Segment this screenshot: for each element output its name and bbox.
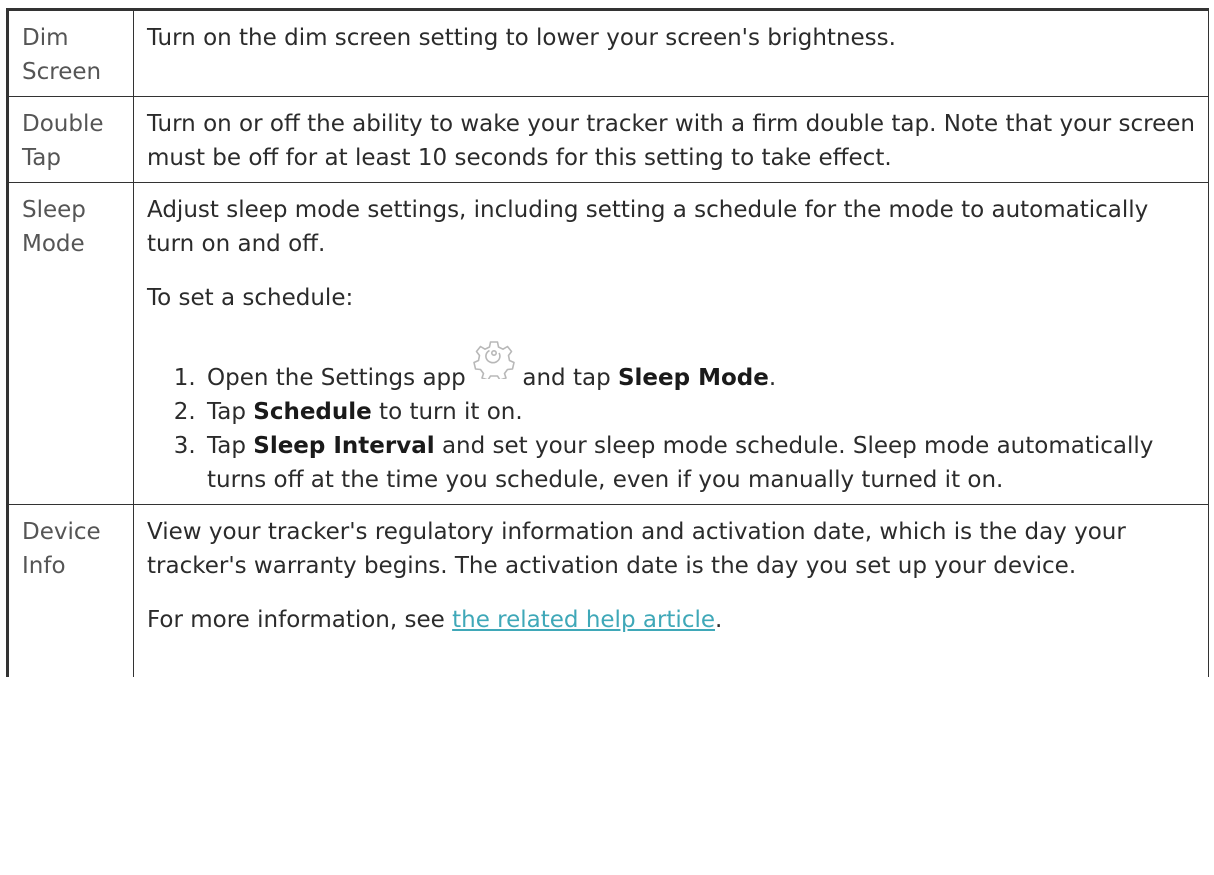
row-description: Turn on the dim screen setting to lower … (133, 8, 1209, 97)
more-info-text: For more information, see the related he… (147, 603, 1198, 637)
row-description: View your tracker's regulatory informati… (133, 504, 1209, 677)
gear-icon (473, 339, 515, 381)
row-description: Turn on or off the ability to wake your … (133, 96, 1209, 183)
table-row-double-tap: Double Tap Turn on or off the ability to… (6, 96, 1209, 183)
schedule-intro: To set a schedule: (147, 285, 354, 311)
help-article-link[interactable]: the related help article (452, 607, 715, 633)
step-bold-sleep-interval: Sleep Interval (253, 433, 435, 459)
row-description: Adjust sleep mode settings, including se… (133, 182, 1209, 505)
description-text: Turn on or off the ability to wake your … (147, 111, 1195, 171)
more-info-prefix: For more information, see (147, 607, 453, 633)
row-label: Device Info (6, 504, 134, 677)
table-row-sleep-mode: Sleep Mode Adjust sleep mode settings, i… (6, 182, 1209, 505)
step-text: . (768, 365, 777, 391)
list-item: Tap Schedule to turn it on. (203, 395, 1198, 429)
step-text: to turn it on. (371, 399, 523, 425)
description-text: Adjust sleep mode settings, including se… (147, 197, 1149, 257)
table-row-device-info: Device Info View your tracker's regulato… (6, 504, 1209, 677)
row-label: Double Tap (6, 96, 134, 183)
help-page: Dim Screen Turn on the dim screen settin… (0, 0, 1214, 875)
list-item: Tap Sleep Interval and set your sleep mo… (203, 429, 1198, 497)
settings-table: Dim Screen Turn on the dim screen settin… (6, 8, 1209, 677)
description-text: View your tracker's regulatory informati… (147, 519, 1126, 579)
step-text: Tap (207, 399, 254, 425)
step-text: Tap (207, 433, 254, 459)
more-info-suffix: . (715, 607, 723, 633)
description-text: Turn on the dim screen setting to lower … (147, 25, 896, 51)
step-bold-schedule: Schedule (253, 399, 372, 425)
step-bold-sleep-mode: Sleep Mode (617, 365, 769, 391)
schedule-steps: Open the Settings app and tap Sleep Mode… (147, 341, 1198, 497)
step-text: and tap (515, 365, 618, 391)
row-label: Dim Screen (6, 8, 134, 97)
step-text: Open the Settings app (207, 365, 466, 391)
table-row-dim-screen: Dim Screen Turn on the dim screen settin… (6, 8, 1209, 97)
list-item: Open the Settings app and tap Sleep Mode… (203, 341, 1198, 395)
row-label: Sleep Mode (6, 182, 134, 505)
